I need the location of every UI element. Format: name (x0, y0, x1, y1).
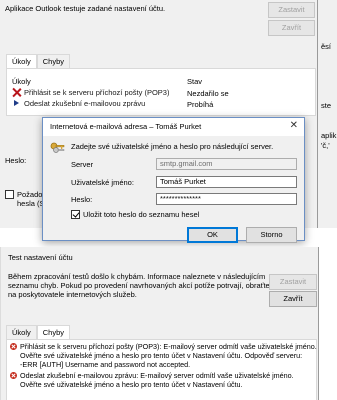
require-spa-checkbox[interactable] (5, 190, 14, 199)
task-status: Nezdařilo se (187, 89, 229, 98)
error-circle-icon (10, 343, 17, 350)
cancel-button[interactable]: Storno (246, 227, 297, 243)
dialog-titlebar: Internetová e-mailová adresa – Tomáš Pur… (43, 118, 304, 136)
require-spa-label-fragment-2: hesla (S (17, 199, 45, 208)
dialog-prompt: Zadejte své uživatelské jméno a heslo pr… (71, 142, 274, 151)
error-item: Odeslat zkušební e-mailovou zprávu: E-ma… (10, 371, 310, 391)
test-status-text: Aplikace Outlook testuje zadané nastaven… (5, 4, 166, 13)
dialog-title: Internetová e-mailová adresa – Tomáš Pur… (50, 122, 202, 131)
tab-errors-top[interactable]: Chyby (36, 54, 71, 68)
server-label: Server (71, 160, 94, 169)
task-label: Přihlásit se k serveru příchozí pošty (P… (24, 88, 170, 97)
error-line: Ověřte své uživatelské jméno a heslo pro… (20, 380, 243, 389)
tab-errors[interactable]: Chyby (36, 325, 71, 340)
ok-button[interactable]: OK (187, 227, 238, 243)
remember-password-label: Uložit toto heslo do seznamu hesel (83, 210, 200, 219)
error-x-icon (12, 88, 21, 97)
stop-button[interactable]: Zastavit (269, 274, 317, 290)
error-line: Odeslat zkušební e-mailovou zprávu: E-ma… (20, 371, 294, 380)
error-line: Přihlásit se k serveru příchozí pošty (P… (20, 342, 317, 351)
task-row: Přihlásit se k serveru příchozí pošty (P… (12, 88, 169, 97)
tab-tasks[interactable]: Úkoly (6, 325, 37, 339)
username-field[interactable]: Tomáš Purket (156, 176, 297, 188)
password-field[interactable]: ************** (156, 193, 297, 205)
close-button-top[interactable]: Zavřít (268, 20, 315, 36)
server-field: smtp.gmail.com (156, 158, 297, 170)
background-text-fragment: ste (321, 101, 332, 110)
error-item: Přihlásit se k serveru příchozí pošty (P… (10, 342, 317, 370)
tasks-panel-top: Úkoly Stav Přihlásit se k serveru přícho… (6, 68, 316, 116)
error-line: -ERR [AUTH] Username and password not ac… (20, 360, 191, 369)
task-row: Odeslat zkušební e-mailovou zprávu (12, 99, 145, 108)
background-text-fragment: ěsí (321, 42, 332, 51)
keys-icon (50, 142, 65, 153)
background-text-fragment: 'č,' (321, 141, 330, 150)
close-icon[interactable]: ✕ (290, 120, 298, 131)
require-spa-label-fragment: Požado (17, 190, 43, 199)
stop-button-top[interactable]: Zastavit (268, 2, 315, 18)
background-text-fragment: aplik (321, 131, 337, 140)
task-status: Probíhá (187, 100, 214, 109)
arrow-right-icon (12, 99, 21, 108)
error-line: Ověřte své uživatelské jméno a heslo pro… (20, 351, 303, 360)
username-label: Uživatelské jméno: (71, 178, 134, 187)
close-button[interactable]: Zavřít (269, 291, 317, 307)
error-circle-icon (10, 372, 17, 379)
message-line: na poskytovatele internetových služeb. (8, 290, 137, 299)
message-line: Během zpracování testů došlo k chybám. I… (8, 272, 266, 281)
test-settings-window: Test nastavení účtu Během zpracování tes… (0, 247, 319, 400)
password-label-fragment: Heslo: (5, 156, 27, 165)
credentials-dialog: Internetová e-mailová adresa – Tomáš Pur… (42, 117, 305, 243)
tab-strip: Úkoly Chyby (6, 325, 71, 340)
errors-panel: Přihlásit se k serveru příchozí pošty (P… (6, 339, 317, 400)
tab-strip-top: Úkoly Chyby (6, 54, 71, 69)
tasks-column-header: Úkoly (12, 77, 31, 86)
remember-password-checkbox[interactable] (71, 210, 80, 219)
window-title: Test nastavení účtu (8, 253, 73, 262)
status-column-header: Stav (187, 77, 203, 86)
password-label: Heslo: (71, 195, 93, 204)
task-label: Odeslat zkušební e-mailovou zprávu (24, 99, 146, 108)
tab-tasks-top[interactable]: Úkoly (6, 54, 37, 69)
message-line: seznamu chyb. Pokud po provedení navrhov… (8, 281, 280, 290)
